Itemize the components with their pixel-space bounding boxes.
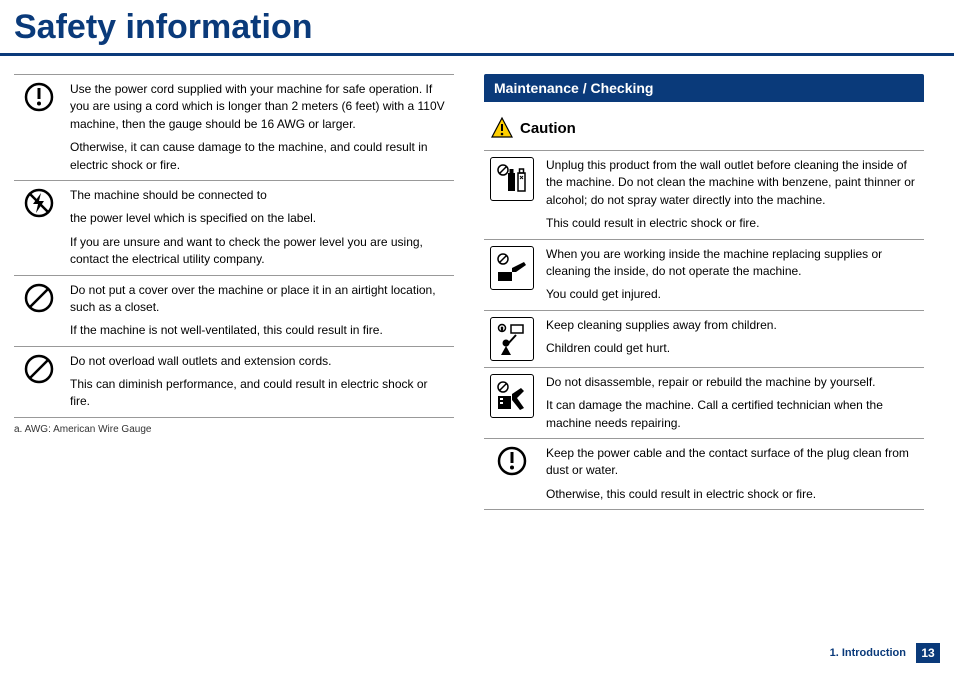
table-row: Do not disassemble, repair or rebuild th… (484, 367, 924, 438)
page-number: 13 (916, 643, 940, 663)
page-footer: 1. Introduction 13 (830, 643, 940, 663)
safety-text: You could get injured. (546, 286, 918, 303)
table-row: Keep the power cable and the contact sur… (484, 438, 924, 509)
safety-text: If the machine is not well-ventilated, t… (70, 322, 448, 339)
no-icon (20, 282, 58, 314)
table-row: Keep cleaning supplies away from childre… (484, 310, 924, 367)
safety-text: Unplug this product from the wall outlet… (546, 157, 918, 209)
table-row: When you are working inside the machine … (484, 239, 924, 310)
chapter-label: 1. Introduction (830, 647, 906, 659)
tool-no-icon (490, 374, 534, 418)
safety-text: This could result in electric shock or f… (546, 215, 918, 232)
caution-label: Caution (520, 120, 576, 137)
footnote: a. AWG: American Wire Gauge (14, 424, 454, 435)
table-row: Do not put a cover over the machine or p… (14, 275, 454, 346)
safety-text: the power level which is specified on th… (70, 210, 448, 227)
safety-text: Do not put a cover over the machine or p… (70, 282, 448, 317)
safety-text: When you are working inside the machine … (546, 246, 918, 281)
safety-text: Use the power cord supplied with your ma… (70, 81, 448, 133)
left-column: Use the power cord supplied with your ma… (14, 74, 454, 510)
section-header: Maintenance / Checking (484, 74, 924, 102)
no-icon (20, 353, 58, 385)
right-column: Maintenance / Checking Caution (484, 74, 924, 510)
table-row: Use the power cord supplied with your ma… (14, 75, 454, 181)
safety-text: Otherwise, this could result in electric… (546, 486, 918, 503)
child-icon (490, 317, 534, 361)
bolt-no-icon (20, 187, 58, 219)
bottles-icon (490, 157, 534, 201)
left-safety-table: Use the power cord supplied with your ma… (14, 74, 454, 418)
warning-triangle-icon (490, 116, 514, 140)
safety-text: This can diminish performance, and could… (70, 376, 448, 411)
safety-text: Keep the power cable and the contact sur… (546, 445, 918, 480)
safety-text: If you are unsure and want to check the … (70, 234, 448, 269)
safety-text: Keep cleaning supplies away from childre… (546, 317, 918, 334)
safety-text: The machine should be connected to (70, 187, 448, 204)
safety-text: Do not disassemble, repair or rebuild th… (546, 374, 918, 391)
page-title: Safety information (0, 0, 954, 56)
safety-text: Children could get hurt. (546, 340, 918, 357)
right-safety-table: Unplug this product from the wall outlet… (484, 150, 924, 510)
exclaim-circle-icon (20, 81, 58, 113)
caution-heading: Caution (490, 116, 924, 140)
table-row: Unplug this product from the wall outlet… (484, 151, 924, 240)
exclaim-circle-icon (490, 445, 534, 477)
table-row: Do not overload wall outlets and extensi… (14, 346, 454, 417)
safety-text: Do not overload wall outlets and extensi… (70, 353, 448, 370)
safety-text: It can damage the machine. Call a certif… (546, 397, 918, 432)
table-row: The machine should be connected to the p… (14, 180, 454, 275)
hand-no-icon (490, 246, 534, 290)
safety-text: Otherwise, it can cause damage to the ma… (70, 139, 448, 174)
